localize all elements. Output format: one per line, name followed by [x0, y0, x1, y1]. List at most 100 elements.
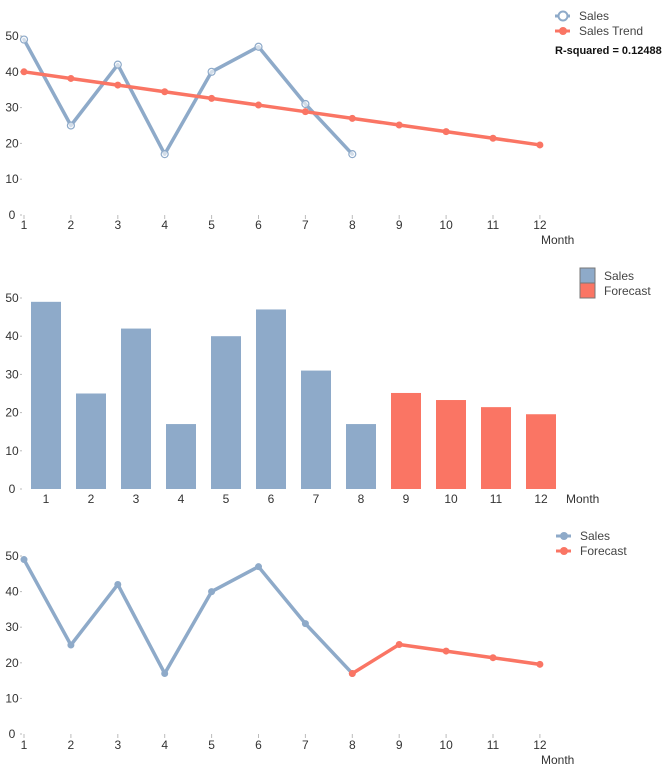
data-point-sales: [207, 67, 216, 76]
data-point-sales-trend: [161, 88, 169, 96]
x-tick-label: 12: [534, 492, 548, 506]
x-tick-label: 11: [487, 218, 500, 232]
sales-forecast-bar-chart: 01020304050 1 2 3 4 5 6 7 8 9 10 11 12 Month Sales …: [5, 267, 651, 506]
data-point-sales-trend: [20, 68, 28, 76]
legend-item-sales[interactable]: Sales: [555, 9, 609, 23]
legend-item-sales[interactable]: Sales: [579, 267, 634, 284]
data-point-sales-trend: [208, 94, 216, 102]
data-point-sales: [113, 60, 122, 69]
x-tick-label: 1: [43, 492, 50, 506]
data-point-forecast: [348, 669, 356, 677]
x-tick-label: 12: [533, 218, 547, 232]
data-point-sales-trend: [489, 134, 497, 142]
x-tick-label: 5: [223, 492, 230, 506]
data-point-sales: [348, 150, 357, 159]
x-tick-label: 3: [114, 738, 121, 752]
series-line-sales-trend: [22, 70, 542, 147]
legend-swatch-forecast: [579, 282, 596, 299]
sales-trend-line-chart: 01020304050 1 2 3 4 5 6 7 8 9 10 11 12 Month Sales …: [5, 9, 662, 247]
x-axis-title: Month: [541, 753, 574, 767]
plot-area: [19, 35, 544, 159]
data-point-sales: [67, 641, 75, 649]
sales-forecast-line-chart: 01020304050 1 2 3 4 5 6 7 8 9 10 11 12 Month Sales …: [5, 529, 627, 767]
x-tick-label: 11: [490, 492, 503, 506]
legend-label-forecast: Forecast: [580, 544, 627, 558]
data-point-forecast: [536, 660, 544, 668]
y-tick-label: 20: [5, 406, 19, 420]
bar-sales: [121, 328, 151, 489]
x-axis-title: Month: [541, 233, 574, 247]
bar-sales: [346, 424, 376, 489]
data-point-sales: [160, 150, 169, 159]
y-tick-label: 40: [5, 329, 19, 343]
x-tick-label: 9: [396, 218, 403, 232]
data-point-sales: [254, 42, 263, 51]
legend-item-forecast[interactable]: Forecast: [579, 282, 651, 299]
data-point-sales: [208, 588, 216, 596]
bar-sales: [76, 393, 106, 489]
legend: Sales Forecast: [556, 529, 627, 558]
y-tick-label: 10: [5, 444, 19, 458]
data-point-forecast: [489, 654, 497, 662]
data-point-sales: [19, 35, 29, 44]
legend: Sales Forecast: [579, 267, 651, 299]
x-tick-label: 8: [349, 738, 356, 752]
data-point-sales-trend: [255, 101, 262, 109]
x-tick-label: 2: [68, 218, 75, 232]
data-point-sales: [161, 669, 169, 677]
legend-label-sales: Sales: [579, 9, 609, 23]
data-point-sales-trend: [442, 128, 450, 136]
x-tick-label: 2: [88, 492, 95, 506]
legend-label-sales: Sales: [604, 269, 634, 283]
y-tick-label: 50: [5, 549, 19, 563]
x-tick-label: 8: [349, 218, 356, 232]
legend-swatch-trend-marker: [559, 27, 567, 35]
series-line-sales: [22, 557, 355, 676]
x-tick-label: 11: [487, 738, 500, 752]
y-tick-label: 10: [5, 691, 19, 705]
data-point-forecast: [442, 647, 450, 655]
legend-item-sales-trend[interactable]: Sales Trend: [555, 24, 643, 38]
x-tick-label: 6: [268, 492, 275, 506]
y-tick-label: 30: [5, 620, 19, 634]
series-line-sales: [22, 37, 355, 156]
x-axis-title: Month: [566, 492, 599, 506]
bar-forecast: [481, 407, 511, 489]
legend-item-sales[interactable]: Sales: [556, 529, 610, 543]
x-tick-label: 8: [358, 492, 365, 506]
x-tick-label: 4: [161, 738, 168, 752]
y-tick-label: 40: [5, 585, 19, 599]
y-axis: 0 10 20 30 40 50: [5, 29, 22, 222]
legend-swatch-sales-marker: [560, 532, 568, 540]
legend: Sales Sales Trend: [555, 9, 643, 38]
y-tick-label: 0: [9, 482, 16, 496]
y-tick-label: 30: [5, 101, 19, 115]
bar-forecast: [391, 392, 421, 489]
legend-label-sales-trend: Sales Trend: [579, 24, 643, 38]
y-tick-label: 50: [5, 291, 19, 305]
x-tick-label: 3: [133, 492, 140, 506]
y-tick-label: 20: [5, 136, 19, 150]
r-squared-annotation: R-squared = 0.12488: [555, 45, 662, 57]
x-tick-label: 7: [302, 218, 309, 232]
data-point-sales-trend: [67, 74, 75, 82]
legend-swatch-sales-marker: [557, 10, 569, 22]
plot-area: [20, 556, 544, 677]
x-tick-label: 9: [403, 492, 410, 506]
data-point-sales-trend: [536, 141, 544, 149]
x-tick-label: 4: [178, 492, 185, 506]
data-point-sales: [114, 580, 122, 588]
x-tick-label: 10: [439, 218, 453, 232]
x-tick-label: 10: [439, 738, 453, 752]
legend-item-forecast[interactable]: Forecast: [556, 544, 627, 558]
x-axis: 1 2 3 4 5 6 7 8 9 10 11 12: [21, 734, 547, 752]
x-tick-label: 5: [208, 218, 215, 232]
bar-sales: [211, 336, 241, 489]
y-tick-label: 50: [5, 29, 19, 43]
legend-swatch-sales: [579, 267, 596, 284]
y-axis: 0 10 20 30 40 50: [5, 549, 22, 741]
plot-area: [31, 301, 556, 489]
data-point-sales: [255, 563, 262, 571]
y-tick-label: 0: [9, 208, 16, 222]
x-tick-label: 9: [396, 738, 403, 752]
